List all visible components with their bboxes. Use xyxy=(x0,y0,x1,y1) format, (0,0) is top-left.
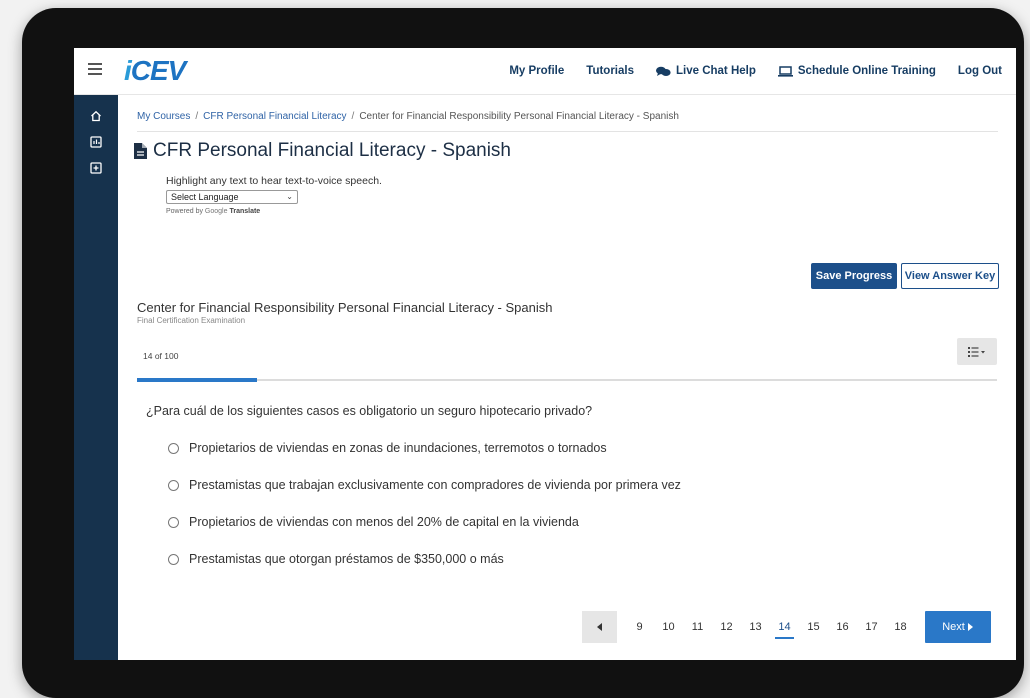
radio-button[interactable] xyxy=(168,553,179,565)
page-number[interactable]: 10 xyxy=(654,611,683,643)
page-title-text: CFR Personal Financial Literacy - Spanis… xyxy=(153,140,511,161)
page-number[interactable]: 15 xyxy=(799,611,828,643)
breadcrumb-divider xyxy=(137,131,998,132)
breadcrumb-separator: / xyxy=(195,111,199,122)
nav-live-chat-label: Live Chat Help xyxy=(676,65,756,77)
sidebar-assignments[interactable] xyxy=(74,155,118,181)
question-text: ¿Para cuál de los siguientes casos es ob… xyxy=(146,404,593,418)
exam-title: Center for Financial Responsibility Pers… xyxy=(137,300,553,315)
page-number[interactable]: 13 xyxy=(741,611,770,643)
nav-schedule-training[interactable]: Schedule Online Training xyxy=(777,65,936,77)
nav-tutorials-label: Tutorials xyxy=(586,65,634,77)
page-number[interactable]: 17 xyxy=(857,611,886,643)
nav-tutorials[interactable]: Tutorials xyxy=(586,65,634,77)
answer-option[interactable]: Prestamistas que trabajan exclusivamente… xyxy=(168,478,681,492)
exam-subtitle: Final Certification Examination xyxy=(137,316,246,325)
question-list-toggle[interactable] xyxy=(957,338,997,365)
view-answer-key-button[interactable]: View Answer Key xyxy=(901,263,999,289)
nav-my-profile-label: My Profile xyxy=(509,65,565,77)
language-select-value: Select Language xyxy=(171,192,239,202)
top-navigation-bar: iCEV My Profile Tutorials Live Chat Help xyxy=(74,48,1016,95)
nav-log-out[interactable]: Log Out xyxy=(958,65,1002,77)
nav-log-out-label: Log Out xyxy=(957,65,1002,77)
answer-option[interactable]: Propietarios de viviendas en zonas de in… xyxy=(168,441,607,455)
nav-menu: My Profile Tutorials Live Chat Help Sche… xyxy=(509,48,1002,94)
page-number[interactable]: 12 xyxy=(712,611,741,643)
page-title: CFR Personal Financial Literacy - Spanis… xyxy=(133,140,511,162)
radio-button[interactable] xyxy=(168,479,179,491)
language-select[interactable]: Select Language ⌄ xyxy=(166,190,298,204)
page-number[interactable]: 18 xyxy=(886,611,915,643)
page-number-current[interactable]: 14 xyxy=(770,611,799,643)
sidebar-home[interactable] xyxy=(74,103,118,129)
hamburger-icon[interactable] xyxy=(88,63,102,75)
exam-progress-bar xyxy=(137,378,997,382)
home-icon xyxy=(91,110,101,122)
translate-link[interactable]: Translate xyxy=(229,208,260,215)
main-content: My Courses / CFR Personal Financial Litera… xyxy=(118,95,1016,660)
breadcrumb-separator: / xyxy=(351,111,355,122)
radio-button[interactable] xyxy=(168,442,179,454)
page-number[interactable]: 16 xyxy=(828,611,857,643)
tablet-frame: iCEV My Profile Tutorials Live Chat Help xyxy=(22,8,1024,698)
previous-page-button[interactable] xyxy=(582,611,617,643)
exam-progress-fill xyxy=(137,378,258,382)
breadcrumb: My Courses / CFR Personal Financial Litera… xyxy=(137,111,679,122)
answer-option-label: Prestamistas que trabajan exclusivamente… xyxy=(189,478,681,492)
nav-schedule-label: Schedule Online Training xyxy=(797,65,936,77)
nav-live-chat-help[interactable]: Live Chat Help xyxy=(656,65,756,77)
sidebar xyxy=(74,95,118,660)
breadcrumb-my-courses[interactable]: My Courses xyxy=(137,111,190,122)
answer-option-label: Prestamistas que otorgan préstamos de $3… xyxy=(189,552,504,566)
answer-option-label: Propietarios de viviendas en zonas de in… xyxy=(189,441,607,455)
sidebar-gradebook[interactable] xyxy=(74,129,118,155)
assignment-icon xyxy=(90,162,102,174)
caret-left-icon xyxy=(596,623,602,631)
save-progress-button[interactable]: Save Progress xyxy=(811,263,897,289)
document-icon xyxy=(134,143,147,159)
caret-right-icon xyxy=(967,623,973,631)
laptop-icon xyxy=(777,65,793,77)
powered-by-google: Powered by Google Translate xyxy=(166,208,260,215)
breadcrumb-course[interactable]: CFR Personal Financial Literacy xyxy=(203,111,346,122)
answer-option[interactable]: Propietarios de viviendas con menos del … xyxy=(168,515,579,529)
next-button-label: Next xyxy=(942,621,965,633)
page-number[interactable]: 9 xyxy=(625,611,654,643)
question-counter: 14 of 100 xyxy=(143,351,179,361)
app-screen: iCEV My Profile Tutorials Live Chat Help xyxy=(74,48,1016,660)
chevron-down-icon: ⌄ xyxy=(286,192,293,201)
google-logo: Google xyxy=(204,208,228,215)
powered-by-prefix: Powered by xyxy=(166,208,203,215)
list-icon xyxy=(968,346,985,357)
icev-logo[interactable]: iCEV xyxy=(124,55,186,87)
question-pagination: 9 10 11 12 13 14 15 16 17 18 Next xyxy=(582,611,991,643)
gradebook-icon xyxy=(90,136,102,148)
chat-bubbles-icon xyxy=(656,66,671,76)
breadcrumb-current: Center for Financial Responsibility Pers… xyxy=(359,111,679,122)
next-button[interactable]: Next xyxy=(925,611,991,643)
page-number[interactable]: 11 xyxy=(683,611,712,643)
nav-my-profile[interactable]: My Profile xyxy=(509,65,564,77)
answer-option[interactable]: Prestamistas que otorgan préstamos de $3… xyxy=(168,552,504,566)
tts-hint: Highlight any text to hear text-to-voice… xyxy=(166,175,382,187)
answer-option-label: Propietarios de viviendas con menos del … xyxy=(189,515,579,529)
radio-button[interactable] xyxy=(168,516,179,528)
